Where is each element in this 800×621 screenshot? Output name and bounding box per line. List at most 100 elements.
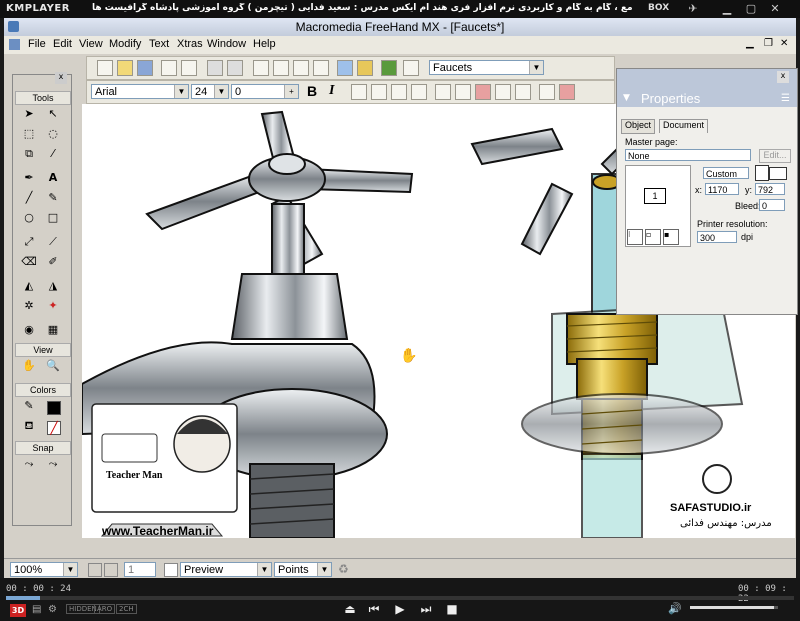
zoom-dropdown[interactable]: 100% ▼	[10, 562, 78, 577]
lasso-tool-icon[interactable]: ◌	[43, 125, 63, 143]
text-effect-icon[interactable]	[539, 84, 555, 100]
page-tool-c-icon[interactable]: ▪	[663, 229, 679, 245]
page-tool-icon[interactable]: ⬚	[19, 125, 39, 143]
align-right-icon[interactable]	[391, 84, 407, 100]
seek-bar[interactable]	[6, 596, 794, 600]
3d-badge[interactable]: 3D	[10, 604, 26, 617]
tints-icon[interactable]	[381, 60, 397, 76]
graphic-hose-icon[interactable]: ✲	[19, 297, 39, 315]
import-icon[interactable]	[161, 60, 177, 76]
view-mode-dropdown[interactable]: Preview ▼	[180, 562, 272, 577]
box-button[interactable]: BOX	[648, 3, 669, 13]
eject-icon[interactable]: ⏏	[342, 602, 358, 616]
units-dropdown[interactable]: Points ▼	[274, 562, 332, 577]
link-text-icon[interactable]	[495, 84, 511, 100]
tab-object[interactable]: Object	[621, 119, 656, 134]
menu-help[interactable]: Help	[253, 38, 276, 50]
color-mixer-icon[interactable]	[357, 60, 373, 76]
play-icon[interactable]: ▶	[392, 602, 408, 616]
close-icon[interactable]: ✕	[768, 2, 782, 16]
knife-tool-icon[interactable]: ⟋	[43, 233, 63, 251]
page-width-input[interactable]: 1170	[705, 183, 739, 195]
landscape-icon[interactable]	[769, 167, 787, 180]
save-icon[interactable]	[137, 60, 153, 76]
page-tool-b-icon[interactable]: ▫	[645, 229, 661, 245]
open-icon[interactable]	[117, 60, 133, 76]
menu-view[interactable]: View	[79, 38, 103, 50]
export-icon[interactable]	[181, 60, 197, 76]
rectangle-tool-icon[interactable]: □	[43, 209, 63, 227]
menu-xtras[interactable]: Xtras	[177, 38, 203, 50]
mirror-tool-icon[interactable]: ◭	[19, 277, 39, 295]
stroke-color-icon[interactable]: ✎	[19, 397, 39, 415]
printer-resolution-dropdown[interactable]: 300	[697, 231, 737, 243]
zoom-tool-icon[interactable]: 🔍	[43, 357, 63, 375]
freeform-tool-icon[interactable]: ⤢	[19, 233, 39, 251]
volume-icon[interactable]: 🔊	[668, 602, 682, 615]
swatches-icon[interactable]	[337, 60, 353, 76]
pointer-tool-icon[interactable]: ➤	[19, 105, 39, 123]
menu-text[interactable]: Text	[149, 38, 169, 50]
mode-2ch[interactable]: 2CH	[116, 604, 137, 614]
doc-minimize-icon[interactable]: ▁	[746, 38, 754, 49]
mode-aro[interactable]: ARO	[94, 604, 116, 614]
styles-icon[interactable]	[403, 60, 419, 76]
text-wrap-icon[interactable]	[455, 84, 471, 100]
edit-master-button[interactable]: Edit...	[759, 149, 791, 163]
properties-close-icon[interactable]: x	[777, 71, 789, 83]
library-icon[interactable]	[313, 60, 329, 76]
eyedropper-tool-icon[interactable]: ⁄	[43, 145, 63, 163]
pin-icon[interactable]: ✈	[686, 2, 700, 16]
fill-swatch[interactable]: ╱	[47, 421, 61, 435]
italic-button[interactable]: I	[329, 83, 334, 99]
maximize-icon[interactable]: ▢	[744, 2, 758, 16]
menu-modify[interactable]: Modify	[109, 38, 141, 50]
next-icon[interactable]: ⏭	[418, 602, 434, 617]
font-dropdown[interactable]: Arial ▼	[91, 84, 189, 99]
snap-to-point-icon[interactable]: ⤳	[19, 455, 39, 473]
collapse-icon[interactable]: ▼	[623, 93, 630, 103]
brush-tool-icon[interactable]: ✐	[43, 253, 63, 271]
document-dropdown[interactable]: Faucets ▼	[429, 60, 544, 75]
stop-icon[interactable]: ■	[444, 602, 460, 616]
text-inset-icon[interactable]	[475, 84, 491, 100]
new-icon[interactable]	[97, 60, 113, 76]
line-tool-icon[interactable]: ╱	[19, 189, 39, 207]
menu-edit[interactable]: Edit	[53, 38, 72, 50]
bleed-input[interactable]: 0	[759, 199, 785, 211]
eraser-tool-icon[interactable]: ⌫	[19, 253, 39, 271]
fill-color-icon[interactable]: ⛾	[19, 417, 39, 435]
doc-close-icon[interactable]: ✕	[780, 38, 788, 49]
convert-text-icon[interactable]	[515, 84, 531, 100]
minimize-icon[interactable]: ▁	[720, 2, 734, 16]
pen-tool-icon[interactable]: ✒	[19, 169, 39, 187]
recycle-icon[interactable]: ♻	[338, 562, 349, 576]
tab-document[interactable]: Document	[659, 119, 709, 133]
panel-options-icon[interactable]: ☰	[781, 93, 790, 104]
playlist-icon[interactable]: ▤	[32, 604, 41, 615]
tracking-field[interactable]: 0 +	[231, 84, 299, 99]
font-size-dropdown[interactable]: 24 ▼	[191, 84, 229, 99]
justify-icon[interactable]	[411, 84, 427, 100]
page-prev-icon[interactable]	[88, 563, 102, 577]
tools-close-icon[interactable]: x	[55, 72, 67, 84]
stroke-swatch[interactable]	[47, 401, 61, 415]
menu-file[interactable]: File	[28, 38, 46, 50]
page-dropdown[interactable]: 1	[124, 562, 156, 577]
layers-icon[interactable]	[293, 60, 309, 76]
hand-tool-icon[interactable]: ✋	[19, 357, 39, 375]
chart-tool-icon[interactable]: ✦	[43, 297, 63, 315]
unlock-icon[interactable]	[227, 60, 243, 76]
text-columns-icon[interactable]	[435, 84, 451, 100]
lock-icon[interactable]	[207, 60, 223, 76]
menu-window[interactable]: Window	[207, 38, 246, 50]
previous-icon[interactable]: ⏮	[366, 602, 382, 617]
align-left-icon[interactable]	[351, 84, 367, 100]
bold-button[interactable]: B	[307, 83, 317, 99]
page-height-input[interactable]: 792	[755, 183, 785, 195]
page-next-icon[interactable]	[104, 563, 118, 577]
text-tool-icon[interactable]: A	[43, 169, 63, 187]
spell-check-icon[interactable]	[559, 84, 575, 100]
transform-icon[interactable]	[273, 60, 289, 76]
doc-restore-icon[interactable]: ❐	[764, 38, 773, 49]
